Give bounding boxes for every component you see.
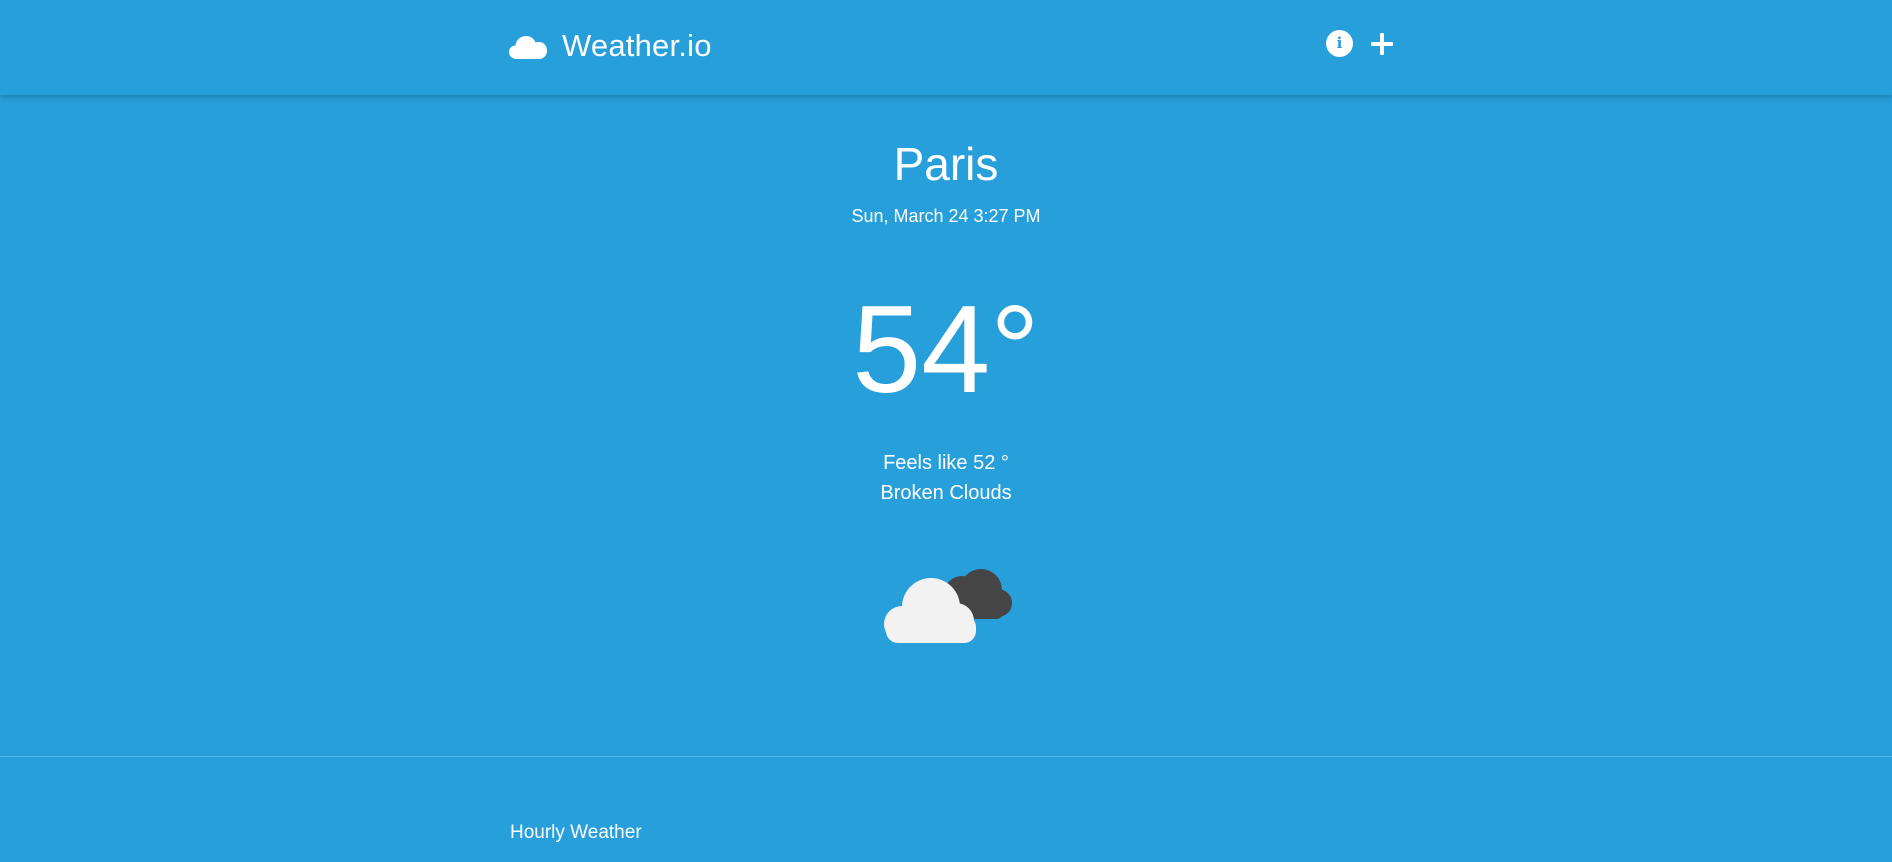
current-datetime: Sun, March 24 3:27 PM — [851, 206, 1041, 226]
hourly-weather-title: Hourly Weather — [510, 822, 642, 843]
city-name: Paris — [893, 138, 999, 190]
info-icon: i — [1336, 34, 1343, 52]
weather-condition: Broken Clouds — [880, 482, 1012, 504]
app-title: Weather.io — [562, 28, 712, 63]
app-brand[interactable]: Weather.io — [508, 24, 712, 68]
cloud-icon — [509, 36, 547, 59]
current-weather: Paris Sun, March 24 3:27 PM 54° Feels li… — [0, 95, 1892, 757]
broken-clouds-icon — [884, 569, 1012, 643]
current-temperature: 54° — [852, 281, 1040, 419]
app-header: Weather.io i — [0, 0, 1892, 95]
add-location-button[interactable] — [1369, 31, 1395, 57]
info-button[interactable]: i — [1326, 30, 1353, 57]
feels-like: Feels like 52 ° — [883, 452, 1009, 474]
header-actions: i — [1326, 30, 1395, 57]
section-divider — [0, 756, 1892, 757]
